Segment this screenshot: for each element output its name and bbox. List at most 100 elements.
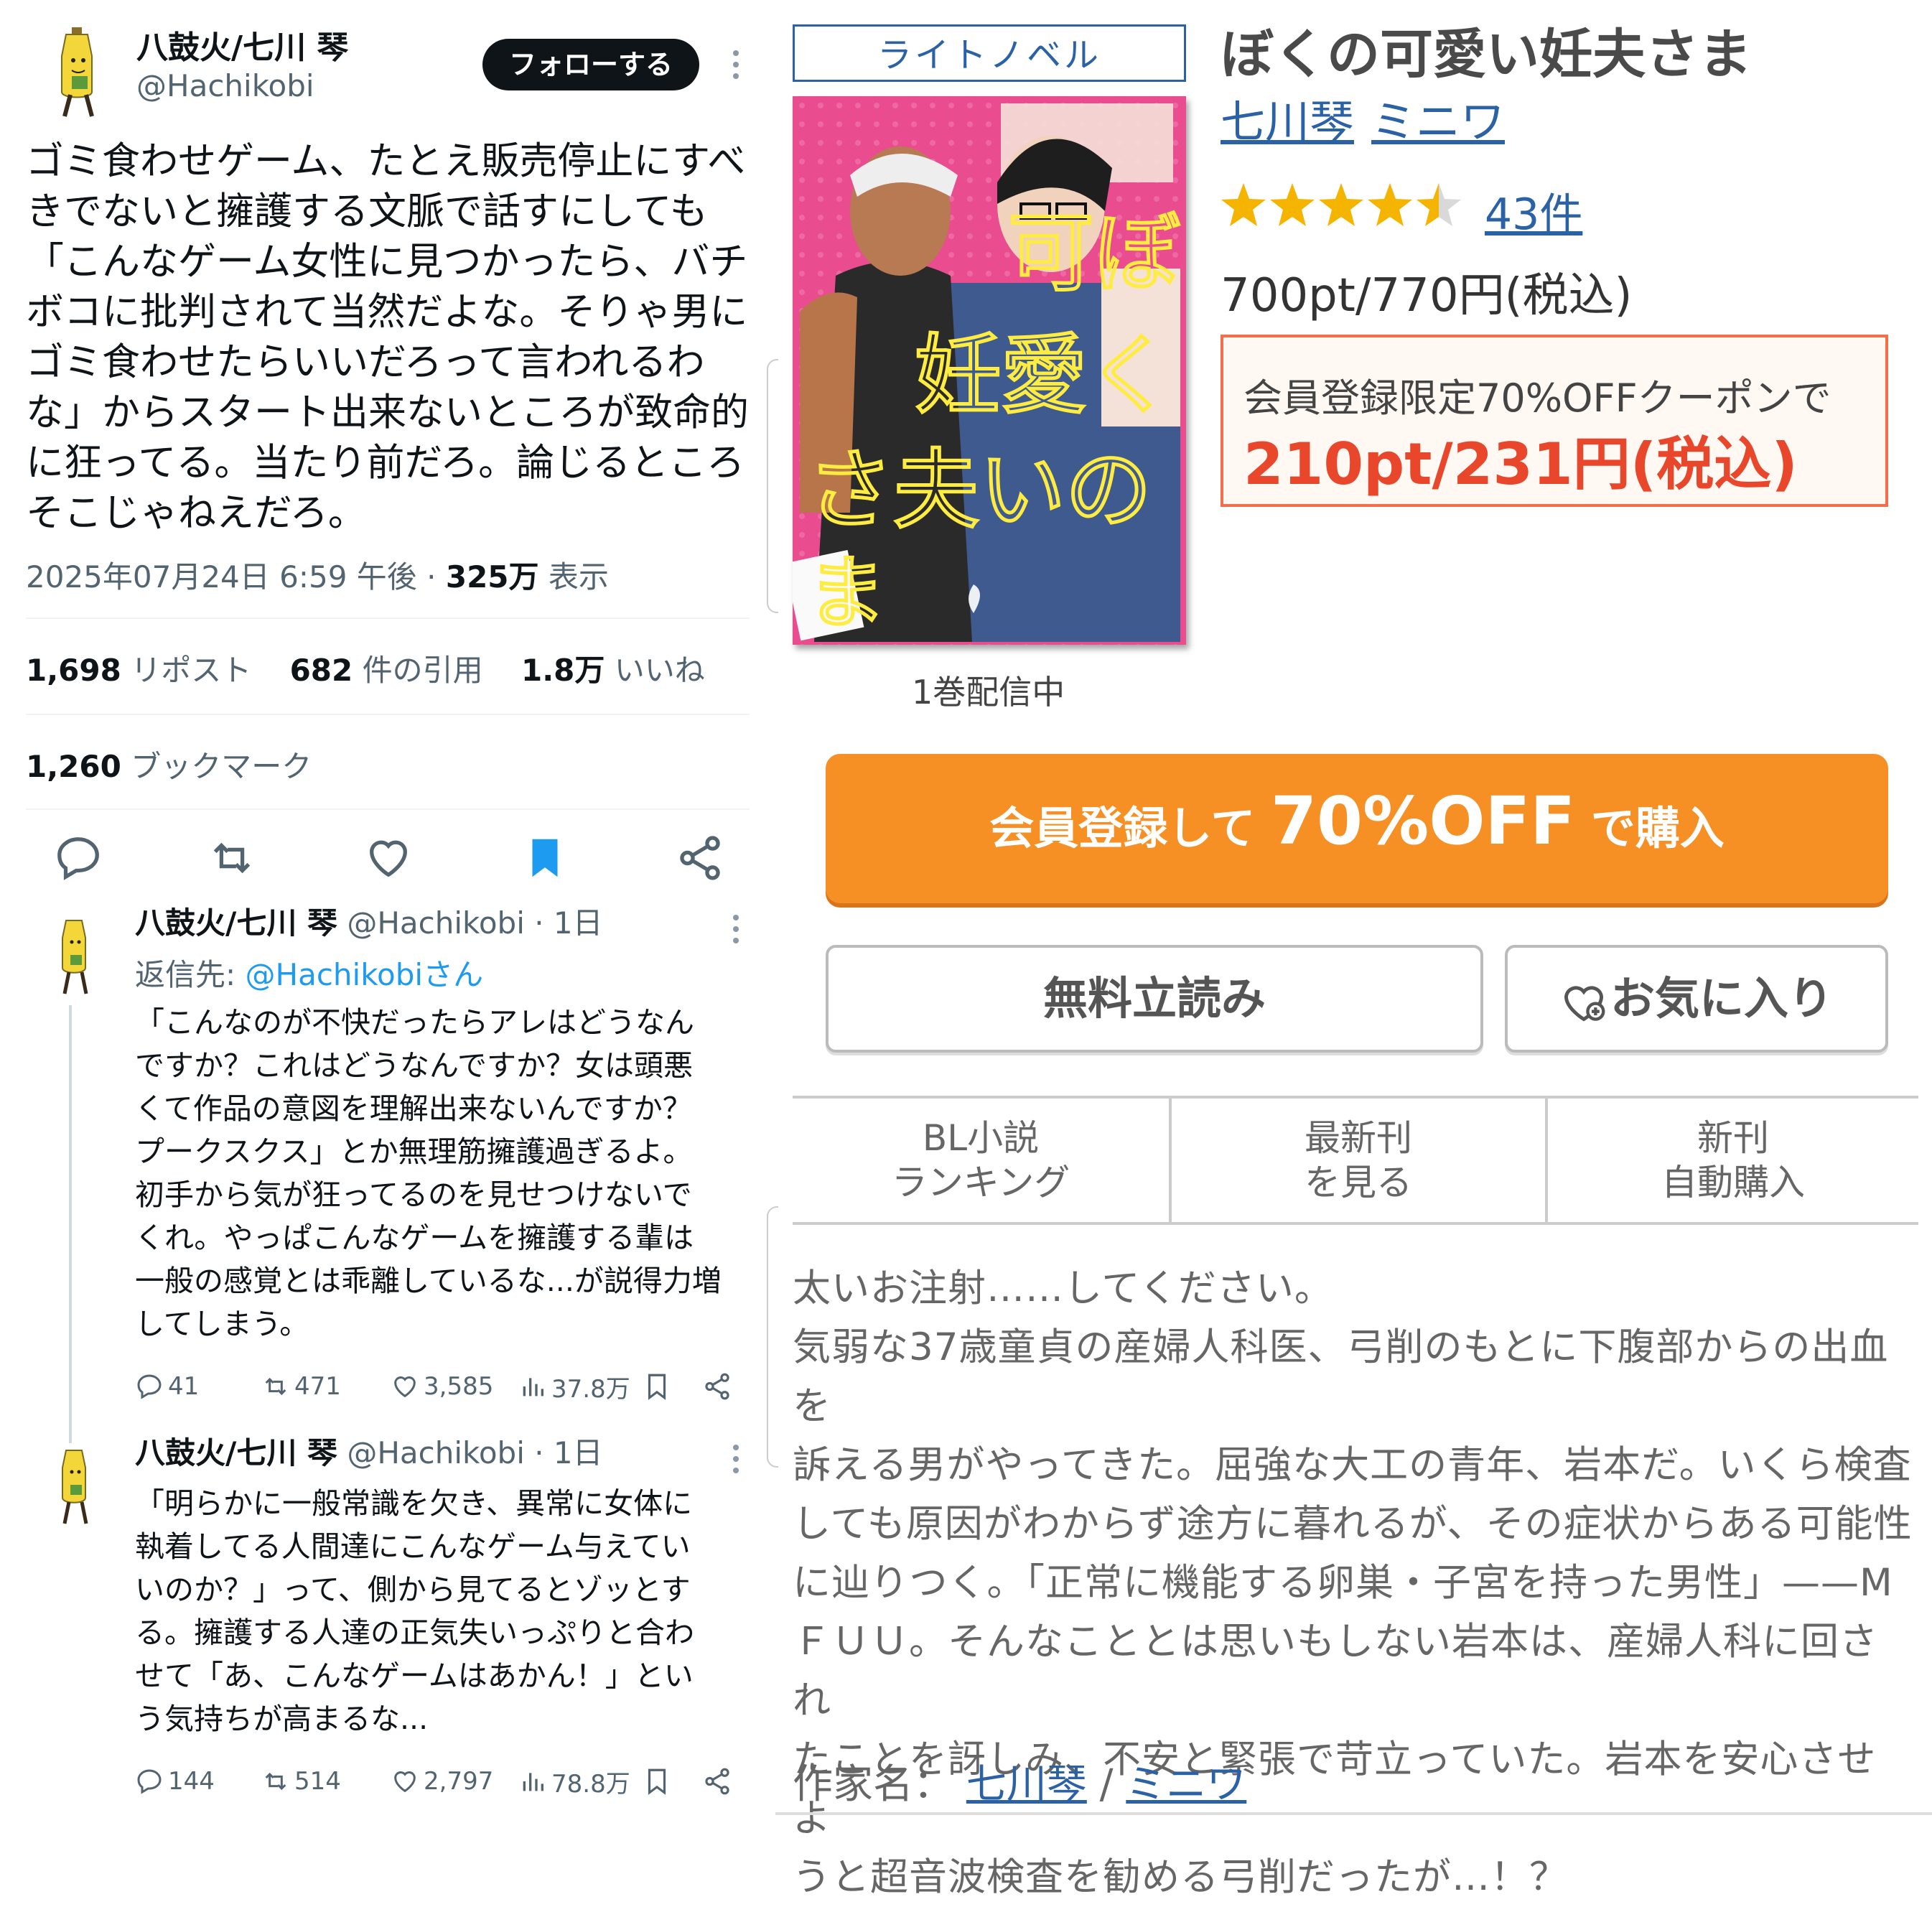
divider xyxy=(26,714,750,715)
repost-count: 514 xyxy=(294,1767,341,1796)
screenshot-root: 八鼓火/七川 琴 @Hachikobi フォローする ゴミ食わせゲーム、たとえ販… xyxy=(0,0,1932,1899)
display-name[interactable]: 八鼓火/七川 琴 xyxy=(136,29,348,67)
share-icon[interactable] xyxy=(702,1766,732,1796)
price: 700pt/770円(税込) xyxy=(1221,269,1633,322)
reply-header: 八鼓火/七川 琴 @Hachikobi · 1日 xyxy=(135,905,603,942)
author-link[interactable]: 七川琴 xyxy=(966,1761,1087,1808)
illustrator-link[interactable]: ミニワ xyxy=(1371,95,1505,148)
reply-count: 41 xyxy=(168,1372,200,1401)
tab-auto-purchase[interactable]: 新刊 自動購入 xyxy=(1548,1099,1918,1222)
divider xyxy=(26,617,750,619)
buy-button[interactable]: 会員登録して 70%OFF で購入 xyxy=(826,754,1888,903)
engagement-stats: 1,698 リポスト 682 件の引用 1.8万 いいね xyxy=(26,646,705,690)
reply-icon xyxy=(137,1374,162,1399)
bookmark-icon[interactable] xyxy=(642,1766,672,1796)
quotes-label: 件の引用 xyxy=(353,653,483,688)
volume-count: 1巻配信中 xyxy=(912,673,1065,712)
like-count: 2,797 xyxy=(424,1767,494,1796)
cover-title: 妊愛く xyxy=(915,326,1173,426)
author-label: 作家名： xyxy=(793,1761,953,1808)
more-options-icon[interactable] xyxy=(725,1442,747,1478)
views-button[interactable]: 78.8万 xyxy=(518,1763,630,1799)
more-options-icon[interactable] xyxy=(725,47,747,83)
bracket-decoration xyxy=(767,1206,778,1468)
reply-to-link[interactable]: @Hachikobiさん xyxy=(246,957,484,992)
favorite-label: お気に入り xyxy=(1610,972,1833,1025)
likes-stat[interactable]: 1.8万 いいね xyxy=(521,653,705,688)
share-icon[interactable] xyxy=(675,833,725,883)
tab-bl-ranking[interactable]: BL小説 ランキング xyxy=(793,1099,1169,1222)
bracket-decoration xyxy=(767,359,778,613)
follow-button[interactable]: フォローする xyxy=(482,39,699,90)
repost-icon[interactable] xyxy=(207,833,257,883)
book-nav-tabs: BL小説 ランキング 最新刊 を見る 新刊 自動購入 xyxy=(793,1096,1918,1225)
bookmarks-stat[interactable]: 1,260 ブックマーク xyxy=(26,742,312,786)
star-icon xyxy=(1368,183,1412,226)
handle-time[interactable]: @Hachikobi · 1日 xyxy=(337,1435,602,1470)
illustrator-link[interactable]: ミニワ xyxy=(1126,1761,1246,1808)
author-links: 七川琴 ミニワ xyxy=(1221,93,1522,151)
tab-latest-volume[interactable]: 最新刊 を見る xyxy=(1172,1099,1545,1222)
reply-icon[interactable] xyxy=(53,833,103,883)
tweet-body: ゴミ食わせゲーム、たとえ販売停止にすべ きでないと擁護する文脈で話すにしても 「… xyxy=(26,139,749,535)
bookmark-icon[interactable] xyxy=(520,833,570,883)
reposts-stat[interactable]: 1,698 リポスト xyxy=(26,653,251,688)
analytics-icon xyxy=(523,1773,543,1791)
divider xyxy=(26,808,750,810)
reply-header: 八鼓火/七川 琴 @Hachikobi · 1日 xyxy=(135,1435,603,1472)
reply-button[interactable]: 41 xyxy=(135,1369,199,1404)
repost-button[interactable]: 514 xyxy=(261,1763,341,1799)
review-count-link[interactable]: 43件 xyxy=(1485,179,1582,242)
like-button[interactable]: 2,797 xyxy=(391,1763,493,1799)
book-cover[interactable]: 可ぼ 妊愛く さ夫いの ま xyxy=(793,96,1186,645)
timestamp[interactable]: 2025年07月24日 6:59 午後 · xyxy=(26,559,446,595)
share-icon[interactable] xyxy=(702,1371,732,1402)
reply-to-line: 返信先: @Hachikobiさん xyxy=(135,951,483,994)
user-handle[interactable]: @Hachikobi xyxy=(136,67,348,105)
avatar[interactable] xyxy=(55,1443,98,1529)
buy-discount: 70%OFF xyxy=(1271,783,1576,859)
reply-action-bar: 144 514 2,797 78.8万 xyxy=(135,1763,752,1799)
avatar[interactable] xyxy=(50,26,111,119)
tab-label: 最新刊 xyxy=(1305,1117,1412,1159)
like-button[interactable]: 3,585 xyxy=(391,1369,493,1404)
book-title: ぼくの可愛い妊夫さま xyxy=(1221,24,1752,85)
thread-line xyxy=(69,1005,72,1443)
tweet-action-bar xyxy=(43,833,732,890)
avatar[interactable] xyxy=(55,913,98,999)
star-icon xyxy=(1319,183,1363,226)
display-name[interactable]: 八鼓火/七川 琴 xyxy=(135,905,337,941)
buy-label: 会員登録して xyxy=(989,802,1271,854)
author-separator: / xyxy=(1086,1761,1126,1808)
coupon-price: 210pt/231円(税込) xyxy=(1243,431,1798,498)
star-icon xyxy=(1221,183,1266,226)
reply-button[interactable]: 144 xyxy=(135,1763,215,1799)
reply-to-prefix: 返信先: xyxy=(135,957,246,992)
reply-body: 「明らかに一般常識を欠き、異常に女体に 執着してる人間達にこんなゲーム与えてい … xyxy=(135,1486,694,1736)
cover-title: 可ぼ xyxy=(1008,204,1180,304)
repost-icon xyxy=(265,1772,286,1791)
quotes-stat[interactable]: 682 件の引用 xyxy=(290,653,483,688)
coupon-text: 会員登録限定70%OFFクーポンで xyxy=(1243,376,1831,421)
reposts-count: 1,698 xyxy=(26,653,121,688)
favorite-button[interactable]: お気に入り xyxy=(1505,945,1888,1053)
handle-time[interactable]: @Hachikobi · 1日 xyxy=(337,905,602,941)
quotes-count: 682 xyxy=(289,653,353,688)
like-icon xyxy=(394,1376,416,1398)
views-count: 78.8万 xyxy=(551,1769,630,1799)
divider xyxy=(775,1812,1932,1815)
more-options-icon[interactable] xyxy=(725,912,747,948)
bookmark-icon[interactable] xyxy=(642,1371,672,1402)
free-read-button[interactable]: 無料立読み xyxy=(826,945,1483,1053)
tweet-meta: 2025年07月24日 6:59 午後 · 325万 表示 xyxy=(26,553,609,597)
views-count: 325万 xyxy=(445,559,539,595)
like-icon[interactable] xyxy=(363,833,414,883)
genre-tag[interactable]: ライトノベル xyxy=(793,24,1186,82)
analytics-icon xyxy=(523,1378,543,1397)
display-name[interactable]: 八鼓火/七川 琴 xyxy=(135,1435,337,1470)
author-credits: 作家名： 七川琴 / ミニワ xyxy=(793,1752,1246,1810)
views-button[interactable]: 37.8万 xyxy=(518,1369,630,1404)
tab-label: 新刊 xyxy=(1697,1117,1769,1159)
author-link[interactable]: 七川琴 xyxy=(1221,95,1354,148)
repost-button[interactable]: 471 xyxy=(261,1369,341,1404)
